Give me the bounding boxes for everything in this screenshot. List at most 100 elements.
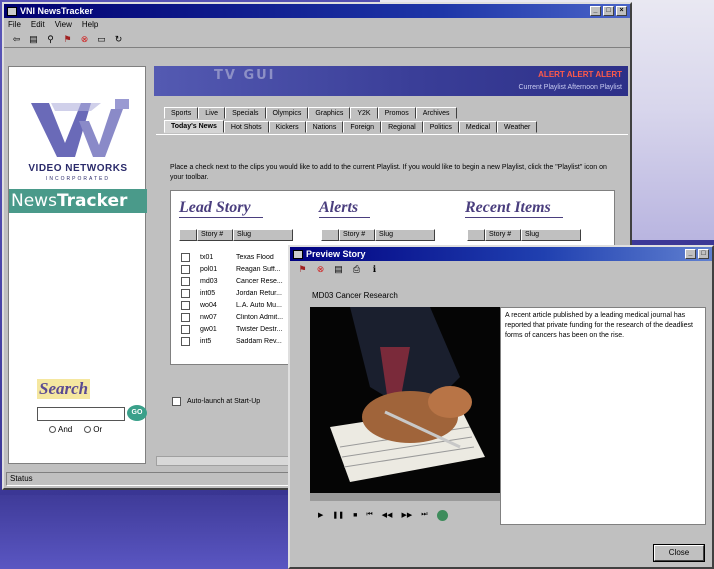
preview-story-window: Preview Story _ □ ⚑ ⊗ ▤ ⎙ ℹ MD03 Cancer … [288,245,714,569]
radio-or-label: Or [93,425,103,434]
main-title-bar[interactable]: VNI NewsTracker _ □ × [4,4,630,18]
radio-or-circle[interactable] [84,426,92,434]
row-checkbox[interactable] [181,300,190,310]
row-checkbox[interactable] [181,312,190,322]
maximize-button[interactable]: □ [603,6,614,16]
table-row[interactable]: tx01 Texas Flood [181,251,296,263]
product-prefix: News [11,191,57,211]
row-checkbox[interactable] [181,336,190,346]
row-checkbox[interactable] [181,324,190,334]
fast-forward-icon[interactable]: ▶▶ [401,511,412,519]
tab-graphics[interactable]: Graphics [308,107,351,119]
radio-and[interactable]: And [49,425,72,434]
tab-hot-shots[interactable]: Hot Shots [223,121,269,133]
tab-sports[interactable]: Sports [164,107,199,119]
arrow-icon[interactable]: ⇦ [10,33,23,45]
close-window-button[interactable]: × [616,6,627,16]
tab-row-news: Today's News Hot Shots Kickers Nations F… [164,120,538,133]
tab-weather[interactable]: Weather [497,121,538,133]
left-panel: VIDEO NETWORKS INCORPORATED NewsTracker … [8,66,147,464]
table-row[interactable]: md03 Cancer Rese... [181,275,296,287]
flag-icon[interactable]: ⚑ [296,263,309,275]
video-progress-bar[interactable] [310,493,500,501]
table-row[interactable]: wo04 L.A. Auto Mu... [181,299,296,311]
rewind-icon[interactable]: ◀◀ [382,511,393,519]
menu-view[interactable]: View [55,20,72,29]
stop-icon[interactable]: ⊗ [78,33,91,45]
print-icon[interactable]: ⎙ [350,263,363,275]
stop-icon[interactable]: ■ [353,512,357,519]
table-row[interactable]: int5 Saddam Rev... [181,335,296,347]
info-icon[interactable]: ℹ [368,263,381,275]
skip-forward-icon[interactable]: ⏭ [421,511,427,519]
flag-icon[interactable]: ⚑ [61,33,74,45]
video-frame-image [310,307,500,493]
recent-col-story[interactable]: Story # [485,229,521,241]
alert-banner[interactable]: ALERT ALERT ALERT [538,70,622,79]
table-row[interactable]: gw01 Twister Destr... [181,323,296,335]
menu-file[interactable]: File [8,20,21,29]
volume-knob-icon[interactable] [436,509,448,521]
table-row[interactable]: int05 Jordan Retur... [181,287,296,299]
close-button[interactable]: Close [653,544,705,562]
tab-regional[interactable]: Regional [381,121,423,133]
tab-olympics[interactable]: Olympics [265,107,309,119]
tab-todays-news[interactable]: Today's News [164,120,224,133]
tab-medical[interactable]: Medical [458,121,498,133]
tab-live[interactable]: Live [198,107,226,119]
row-checkbox[interactable] [181,264,190,274]
preview-maximize-button[interactable]: □ [698,249,709,259]
playlist-icon[interactable]: ▤ [27,33,40,45]
search-icon[interactable]: ⚲ [44,33,57,45]
story-slug: Saddam Rev... [236,337,282,345]
refresh-icon[interactable]: ↻ [112,33,125,45]
tab-nations[interactable]: Nations [305,121,344,133]
table-row[interactable]: pol01 Reagan Suff... [181,263,296,275]
video-player[interactable] [310,307,500,493]
auto-launch-option[interactable]: Auto-launch at Start-Up [172,397,260,406]
lead-grid-header: Story # Slug [179,229,293,241]
menu-help[interactable]: Help [82,20,98,29]
pause-icon[interactable]: ❚❚ [332,511,344,519]
row-checkbox[interactable] [181,288,190,298]
alerts-col-story[interactable]: Story # [339,229,375,241]
alerts-check-col [321,229,339,241]
preview-title-bar[interactable]: Preview Story _ □ [290,247,712,261]
window-icon[interactable]: ▭ [95,33,108,45]
vni-logo-icon [31,99,129,157]
tab-row-categories: Sports Live Specials Olympics Graphics Y… [164,106,457,119]
tab-y2k[interactable]: Y2K [350,107,378,119]
tab-kickers[interactable]: Kickers [268,121,306,133]
row-checkbox[interactable] [181,276,190,286]
tab-specials[interactable]: Specials [225,107,266,119]
tab-archives[interactable]: Archives [415,107,457,119]
lead-story-list: tx01 Texas Flood pol01 Reagan Suff... md03… [181,251,296,347]
skip-back-icon[interactable]: ⏮ [366,511,372,519]
playlist-icon[interactable]: ▤ [332,263,345,275]
play-icon[interactable]: ▶ [318,511,323,519]
radio-or[interactable]: Or [84,425,102,434]
radio-and-circle[interactable] [49,426,56,434]
company-sub: INCORPORATED [46,176,110,182]
preview-app-icon [293,249,303,259]
tab-foreign[interactable]: Foreign [343,121,382,133]
story-slug: Jordan Retur... [236,289,282,297]
stop-icon[interactable]: ⊗ [314,263,327,275]
app-icon [7,6,17,16]
row-checkbox[interactable] [181,252,190,262]
story-id: wo04 [200,301,217,309]
recent-col-slug[interactable]: Slug [521,229,581,241]
playlist-links[interactable]: Current Playlist Afternoon Playlist [519,84,623,91]
go-button[interactable]: GO [127,405,147,421]
tab-promos[interactable]: Promos [377,107,416,119]
lead-col-story[interactable]: Story # [197,229,233,241]
menu-edit[interactable]: Edit [31,20,45,29]
search-input[interactable] [37,407,125,421]
alerts-col-slug[interactable]: Slug [375,229,435,241]
tab-politics[interactable]: Politics [422,121,459,133]
auto-launch-checkbox[interactable] [172,397,181,406]
table-row[interactable]: nw07 Clinton Admit... [181,311,296,323]
minimize-button[interactable]: _ [590,6,601,16]
preview-minimize-button[interactable]: _ [685,249,696,259]
lead-col-slug[interactable]: Slug [233,229,293,241]
